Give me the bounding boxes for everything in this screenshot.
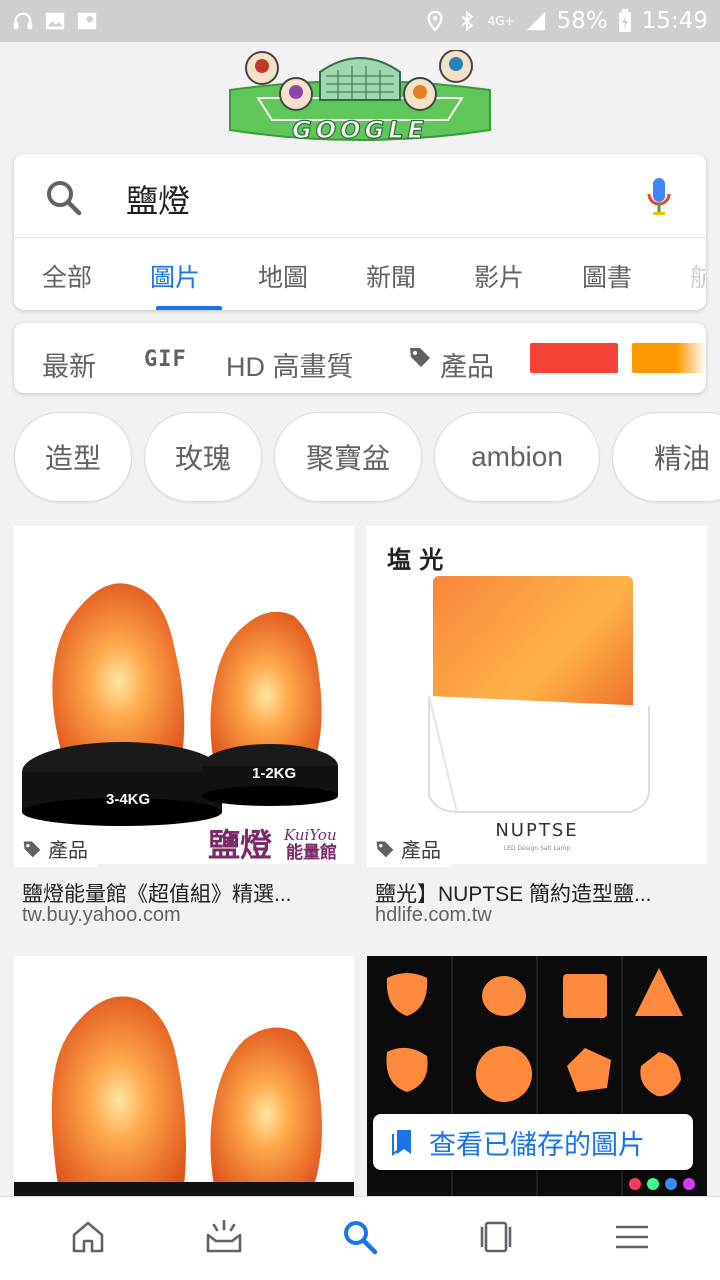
filter-gif[interactable]: GIF xyxy=(144,347,187,372)
image-icon xyxy=(45,12,65,30)
tag-icon xyxy=(410,348,430,367)
mic-icon[interactable] xyxy=(646,176,672,218)
battery-icon xyxy=(618,9,631,32)
tab-more[interactable]: 航 xyxy=(690,258,706,294)
search-card: 鹽燈 全部 圖片 地圖 新聞 影片 圖書 航 xyxy=(14,154,706,310)
badge-label: 產品 xyxy=(48,840,88,862)
search-tabs: 全部 圖片 地圖 新聞 影片 圖書 航 xyxy=(14,238,706,310)
filter-hd[interactable]: HD 高畫質 xyxy=(226,345,354,384)
product-badge: 產品 xyxy=(367,830,451,867)
search-bar[interactable]: 鹽燈 xyxy=(14,154,706,238)
tab-books[interactable]: 圖書 xyxy=(582,258,632,294)
google-doodle[interactable]: GOOGLE xyxy=(228,50,492,146)
result-site: tw.buy.yahoo.com xyxy=(22,904,181,926)
tab-all[interactable]: 全部 xyxy=(42,258,92,294)
tab-news[interactable]: 新聞 xyxy=(366,258,416,294)
map-pin-icon xyxy=(77,12,97,30)
status-bar: 4G+ 58% 15:49 xyxy=(0,0,720,42)
tab-videos[interactable]: 影片 xyxy=(474,258,524,294)
chip-treasure-bowl[interactable]: 聚寶盆 xyxy=(274,412,422,502)
clock: 15:49 xyxy=(641,8,708,34)
search-icon[interactable] xyxy=(44,178,84,218)
filter-bar: 最新 GIF HD 高畫質 產品 xyxy=(14,323,706,393)
search-query[interactable]: 鹽燈 xyxy=(126,176,190,222)
chip-essential-oil[interactable]: 精油 xyxy=(612,412,720,502)
result-thumbnail[interactable]: 3-4KG 1-2KG 鹽燈 KuiYou 能量館 xyxy=(14,526,354,864)
color-swatch-orange[interactable] xyxy=(632,343,706,373)
weight-label-small: 1-2KG xyxy=(252,765,296,782)
home-icon[interactable] xyxy=(68,1217,108,1257)
updates-icon[interactable] xyxy=(204,1217,244,1257)
chip-ambion[interactable]: ambion xyxy=(434,412,600,502)
bluetooth-icon xyxy=(461,10,473,32)
menu-icon[interactable] xyxy=(612,1217,652,1257)
tabs-icon[interactable] xyxy=(476,1217,516,1257)
brand-cn: 鹽燈 xyxy=(208,826,272,864)
bottom-navigation xyxy=(0,1196,720,1280)
product-brand: NUPTSE xyxy=(495,820,578,841)
image-result[interactable]: 3-4KG 1-2KG 鹽燈 KuiYou 能量館 產品 鹽燈能量館《超值組》精… xyxy=(14,526,354,926)
color-swatch-red[interactable] xyxy=(530,343,618,373)
result-site: hdlife.com.tw xyxy=(375,904,492,926)
signal-icon xyxy=(526,11,545,31)
search-icon[interactable] xyxy=(340,1217,380,1257)
doodle-text: GOOGLE xyxy=(292,116,428,144)
brand-logo: 塩 光 xyxy=(387,546,443,574)
saved-images-label: 查看已儲存的圖片 xyxy=(429,1129,645,1160)
bookmark-icon xyxy=(392,1130,411,1156)
headphones-icon xyxy=(13,12,33,30)
product-badge: 產品 xyxy=(14,830,98,867)
weight-label-big: 3-4KG xyxy=(106,791,150,808)
active-tab-indicator xyxy=(156,306,222,310)
tag-icon xyxy=(23,841,41,857)
view-saved-images-button[interactable]: 查看已儲存的圖片 xyxy=(373,1114,693,1170)
image-result[interactable] xyxy=(14,956,354,1196)
filter-products[interactable]: 產品 xyxy=(440,345,494,384)
brand-en: KuiYou xyxy=(283,826,337,844)
badge-label: 產品 xyxy=(401,840,441,862)
tab-images[interactable]: 圖片 xyxy=(150,258,200,294)
network-type: 4G+ xyxy=(487,14,515,28)
brand-sub: 能量館 xyxy=(286,842,337,863)
filter-latest[interactable]: 最新 xyxy=(42,345,96,384)
chip-shape[interactable]: 造型 xyxy=(14,412,132,502)
chip-rose[interactable]: 玫瑰 xyxy=(144,412,262,502)
tag-icon xyxy=(376,841,394,857)
image-result[interactable]: 塩 光 NUPTSE LED Design Salt Lamp 產品 鹽光】NU… xyxy=(367,526,707,926)
tab-maps[interactable]: 地圖 xyxy=(258,258,308,294)
location-icon xyxy=(427,10,443,32)
product-sub: LED Design Salt Lamp xyxy=(504,845,571,852)
result-thumbnail[interactable]: 塩 光 NUPTSE LED Design Salt Lamp xyxy=(367,526,707,864)
battery-percent: 58% xyxy=(556,8,608,34)
